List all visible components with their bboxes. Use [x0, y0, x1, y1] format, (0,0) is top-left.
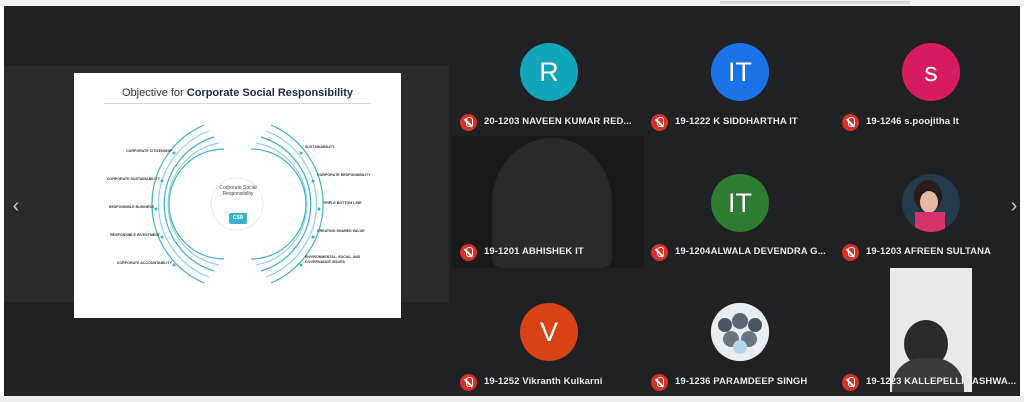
right-item-5: ENVIRONMENTAL, SOCIAL AND GOVERNANCE ISS…	[305, 255, 361, 264]
arc-left-1	[168, 148, 225, 260]
avatar-it: IT	[711, 174, 769, 232]
right-item-3: TRIPLE BOTTOM LINE	[323, 201, 362, 205]
presentation-slide: Objective for Corporate Social Responsib…	[74, 73, 401, 318]
csr-badge: CSR	[229, 213, 247, 224]
participant-name: 19-1246 s.poojitha It	[866, 116, 959, 127]
participant-name: 19-1252 Vikranth Kulkarni	[484, 376, 603, 387]
avatar-photo	[902, 174, 960, 232]
participant-name: 19-1204ALWALA DEVENDRA G...	[675, 246, 826, 257]
arc-right-2	[255, 142, 308, 266]
top-indicator	[720, 1, 910, 4]
participant-name: 19-1222 K SIDDHARTHA IT	[675, 116, 798, 127]
participant-name: 19-1236 PARAMDEEP SINGH	[675, 376, 808, 387]
presentation-tile[interactable]: Objective for Corporate Social Responsib…	[4, 66, 449, 318]
mic-off-icon	[460, 244, 477, 261]
mic-off-icon	[460, 374, 477, 391]
center-label: Corporate Social Responsibility	[219, 185, 257, 197]
previous-page-button[interactable]: ‹	[8, 191, 24, 221]
mic-off-icon	[651, 374, 668, 391]
left-item-3: RESPONSIBLE BUSINESS	[108, 205, 154, 209]
participant-name: 19-1203 AFREEN SULTANA	[866, 246, 992, 257]
arc-right-1	[250, 148, 307, 260]
right-item-4: CREATING SHARED VALUE	[317, 229, 365, 233]
left-item-5: CORPORATE ACCOUNTABILITY	[116, 261, 172, 265]
next-page-button[interactable]: ›	[1006, 191, 1022, 221]
avatar-photo	[711, 303, 769, 361]
mic-off-icon	[842, 244, 859, 261]
profile-photo	[902, 174, 960, 232]
participant-video-kallepelli[interactable]	[890, 268, 972, 392]
mic-off-icon	[651, 114, 668, 131]
right-item-2: CORPORATE RESPONSIBILITY	[317, 173, 371, 177]
avatar-v: V	[520, 303, 578, 361]
participant-name: 19-1223 KALLEPELLI YASHWA...	[866, 376, 1017, 387]
left-item-2: CORPORATE SUSTAINABILITY	[106, 177, 160, 181]
profile-photo	[711, 303, 769, 361]
avatar-s: s	[902, 43, 960, 101]
mic-off-icon	[842, 114, 859, 131]
right-item-1: SUSTAINABILITY	[305, 145, 335, 149]
mic-off-icon	[842, 374, 859, 391]
browser-bottom-strip	[0, 396, 1024, 402]
avatar-r: R	[520, 43, 578, 101]
mic-off-icon	[460, 114, 477, 131]
participant-name: 20-1203 NAVEEN KUMAR RED...	[484, 116, 632, 127]
participant-name: 19-1201 ABHISHEK IT	[484, 246, 584, 257]
left-item-4: RESPONSIBLE INVESTMENT	[110, 233, 160, 237]
mic-off-icon	[651, 244, 668, 261]
avatar-it: IT	[711, 43, 769, 101]
left-item-1: CORPORATE CITIZENSHIP	[125, 149, 172, 153]
